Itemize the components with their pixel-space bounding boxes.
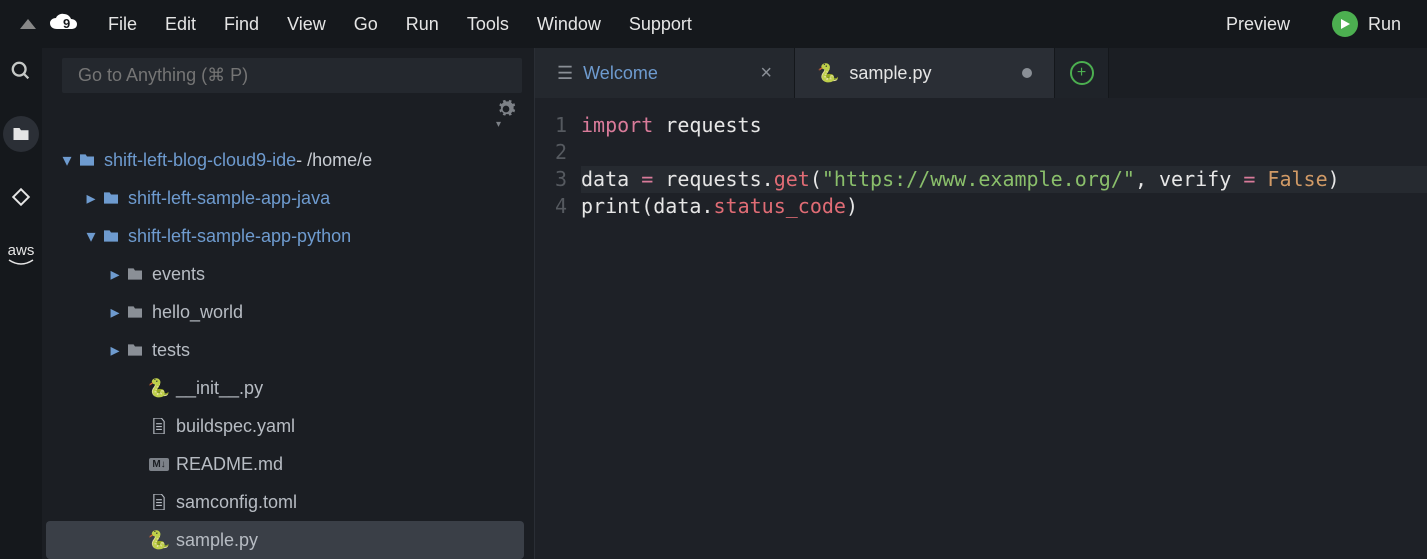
new-tab-button[interactable]: +	[1055, 48, 1109, 98]
tree-root[interactable]: ▾ shift-left-blog-cloud9-ide - /home/e	[46, 141, 534, 179]
python-file-icon: 🐍	[148, 378, 170, 399]
code-line[interactable]: import requests	[581, 112, 1427, 139]
menu-edit[interactable]: Edit	[151, 14, 210, 35]
python-file-icon: 🐍	[148, 530, 170, 551]
code-editor[interactable]: 1 2 3 4 import requests data = requests.…	[535, 98, 1427, 559]
code-line[interactable]: data = requests.get("https://www.example…	[581, 166, 1427, 193]
folder-icon	[124, 343, 146, 357]
svg-text:9: 9	[63, 16, 70, 31]
code-line[interactable]	[581, 139, 1427, 166]
python-file-icon: 🐍	[817, 63, 839, 84]
folder-icon	[76, 153, 98, 167]
menu-tools[interactable]: Tools	[453, 14, 523, 35]
run-play-icon[interactable]	[1332, 11, 1358, 37]
editor-tabs: ☰ Welcome × 🐍 sample.py +	[535, 48, 1427, 98]
menu-window[interactable]: Window	[523, 14, 615, 35]
tab-label: Welcome	[583, 63, 658, 84]
tree-sample[interactable]: 🐍 sample.py	[46, 521, 524, 559]
tree-samconfig[interactable]: samconfig.toml	[46, 483, 534, 521]
dirty-indicator-icon	[1022, 68, 1032, 78]
tree-label: __init__.py	[176, 378, 263, 399]
tree-label: events	[152, 264, 205, 285]
tree-hello[interactable]: ▸ hello_world	[46, 293, 534, 331]
folder-icon	[100, 229, 122, 243]
tree-label: tests	[152, 340, 190, 361]
plus-icon: +	[1070, 61, 1094, 85]
tree-label: samconfig.toml	[176, 492, 297, 513]
tab-label: sample.py	[849, 63, 931, 84]
goto-anything-input[interactable]	[62, 58, 522, 93]
menu-support[interactable]: Support	[615, 14, 706, 35]
code-line[interactable]: print(data.status_code)	[581, 193, 1427, 220]
gear-icon[interactable]: ▾	[496, 99, 516, 137]
collapse-icon[interactable]	[12, 19, 44, 29]
tree-java[interactable]: ▸ shift-left-sample-app-java	[46, 179, 534, 217]
line-gutter: 1 2 3 4	[535, 112, 581, 559]
menu-find[interactable]: Find	[210, 14, 273, 35]
chevron-down-icon[interactable]: ▾	[82, 226, 100, 247]
tree-label: sample.py	[176, 530, 258, 551]
hamburger-icon[interactable]: ☰	[557, 63, 573, 84]
line-number: 2	[535, 139, 567, 166]
chevron-down-icon[interactable]: ▾	[58, 150, 76, 171]
tree-path: - /home/e	[296, 150, 372, 171]
tab-welcome[interactable]: ☰ Welcome ×	[535, 48, 795, 98]
chevron-right-icon[interactable]: ▸	[106, 302, 124, 323]
preview-button[interactable]: Preview	[1212, 14, 1304, 35]
folder-icon	[124, 305, 146, 319]
chevron-right-icon[interactable]: ▸	[106, 340, 124, 361]
folder-icon	[124, 267, 146, 281]
tab-sample[interactable]: 🐍 sample.py	[795, 48, 1055, 98]
tree-label: buildspec.yaml	[176, 416, 295, 437]
run-button[interactable]: Run	[1368, 14, 1415, 35]
cloud9-logo: 9	[48, 13, 80, 35]
aws-icon[interactable]: aws	[8, 242, 35, 267]
tree-init[interactable]: 🐍 __init__.py	[46, 369, 534, 407]
line-number: 4	[535, 193, 567, 220]
tree-readme[interactable]: M↓ README.md	[46, 445, 534, 483]
source-control-icon[interactable]	[10, 186, 32, 208]
menu-run[interactable]: Run	[392, 14, 453, 35]
search-icon[interactable]	[10, 60, 32, 82]
line-number: 3	[535, 166, 567, 193]
tree-tests[interactable]: ▸ tests	[46, 331, 534, 369]
file-tree-icon[interactable]	[3, 116, 39, 152]
goto-input-field[interactable]	[78, 65, 506, 86]
tree-label: shift-left-sample-app-python	[128, 226, 351, 247]
file-tree: ▾ shift-left-blog-cloud9-ide - /home/e ▸…	[42, 137, 534, 559]
tree-label: shift-left-blog-cloud9-ide	[104, 150, 296, 171]
close-icon[interactable]: ×	[760, 62, 772, 85]
code-lines[interactable]: import requests data = requests.get("htt…	[581, 112, 1427, 559]
tree-buildspec[interactable]: buildspec.yaml	[46, 407, 534, 445]
menu-view[interactable]: View	[273, 14, 340, 35]
menu-file[interactable]: File	[94, 14, 151, 35]
chevron-right-icon[interactable]: ▸	[106, 264, 124, 285]
tree-label: hello_world	[152, 302, 243, 323]
document-icon	[148, 418, 170, 434]
chevron-right-icon[interactable]: ▸	[82, 188, 100, 209]
folder-icon	[100, 191, 122, 205]
menu-go[interactable]: Go	[340, 14, 392, 35]
document-icon	[148, 494, 170, 510]
tree-events[interactable]: ▸ events	[46, 255, 534, 293]
markdown-file-icon: M↓	[148, 458, 170, 471]
tree-label: shift-left-sample-app-java	[128, 188, 330, 209]
line-number: 1	[535, 112, 567, 139]
tree-label: README.md	[176, 454, 283, 475]
tree-python[interactable]: ▾ shift-left-sample-app-python	[46, 217, 534, 255]
